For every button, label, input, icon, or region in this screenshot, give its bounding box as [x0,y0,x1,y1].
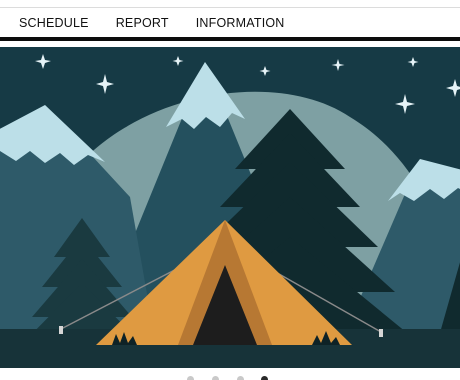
nav-bottom-rule [0,37,460,41]
carousel-banner[interactable] [0,47,460,368]
carousel-dot-2[interactable] [212,376,219,380]
carousel-dot-4[interactable] [261,376,268,380]
carousel-indicators [0,374,460,380]
top-navigation: SCHEDULE REPORT INFORMATION [0,8,460,37]
carousel-dot-3[interactable] [237,376,244,380]
page: SCHEDULE REPORT INFORMATION [0,0,460,380]
nav-item-schedule[interactable]: SCHEDULE [19,16,89,30]
tent-peg-right [379,329,383,337]
tent-peg-left [59,326,63,334]
nav-item-report[interactable]: REPORT [116,16,169,30]
carousel-dot-1[interactable] [187,376,194,380]
nav-item-information[interactable]: INFORMATION [196,16,285,30]
camping-tent-mountains-illustration [0,47,460,368]
